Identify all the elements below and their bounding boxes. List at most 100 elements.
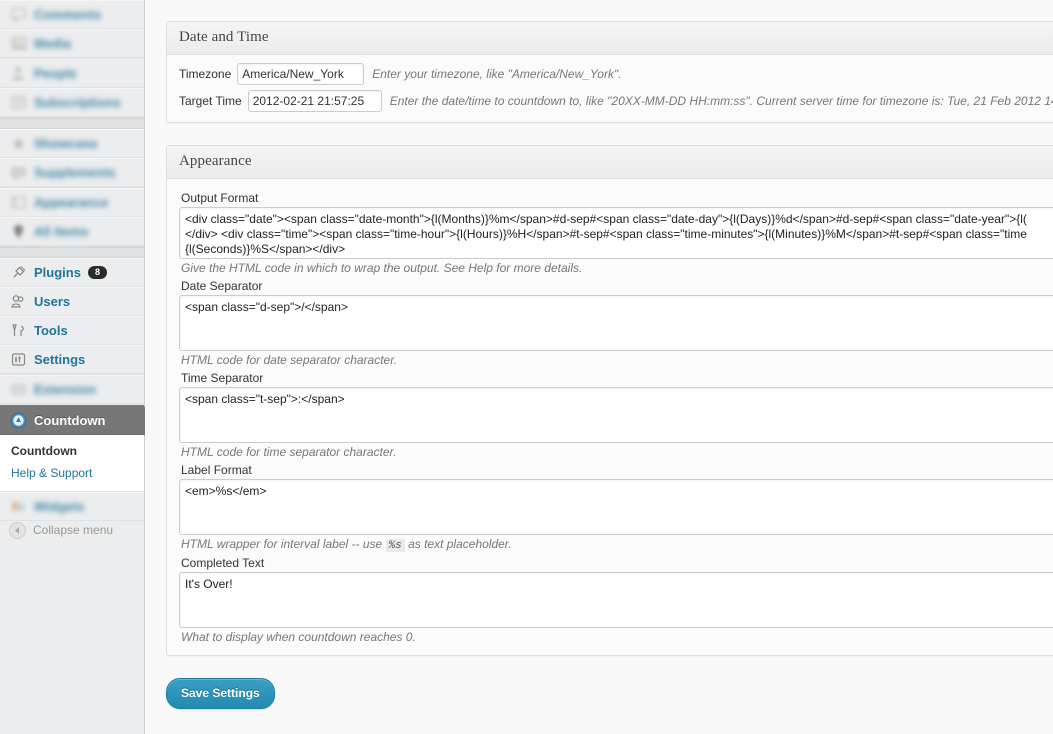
label-format-placeholder-code: %s [385,539,405,552]
appearance-panel-body: Output Format Give the HTML code in whic… [167,179,1053,655]
sidebar-item-plugins-label: Plugins [34,265,81,280]
submenu-item-countdown[interactable]: Countdown [0,440,144,462]
sidebar-item-settings[interactable]: Settings [0,345,144,374]
target-time-label: Target Time [179,94,242,108]
submenu-item-help-support[interactable]: Help & Support [0,462,144,484]
label-format-hint: HTML wrapper for interval label -- use %… [181,537,1053,552]
label-format-hint-after: as text placeholder. [408,537,512,551]
target-time-hint: Enter the date/time to countdown to, lik… [389,94,1053,108]
sidebar-item-redacted-3-label: People [34,66,77,81]
target-time-input[interactable] [247,90,382,112]
sidebar-group-6: Extension [0,375,144,405]
flag-icon [8,163,28,183]
date-separator-label: Date Separator [181,279,263,293]
output-format-hint: Give the HTML code in which to wrap the … [181,261,583,275]
sidebar-group-5: Plugins 8 Users Tools Settings [0,258,144,375]
sidebar-item-redacted-4-label: Subscriptions [34,95,121,110]
save-settings-button[interactable]: Save Settings [166,678,275,709]
countdown-submenu: Countdown Help & Support [0,435,144,492]
sidebar-group-3: Showcase Supplements [0,129,144,188]
extension-icon [8,380,28,400]
appearance-panel: Appearance Output Format Give the HTML c… [166,145,1053,656]
completed-text-textarea[interactable] [179,572,1053,628]
date-separator-hint: HTML code for date separator character. [181,353,398,367]
timezone-label: Timezone [179,67,232,81]
settings-icon [8,350,28,370]
users-icon [8,292,28,312]
completed-text-field: Completed Text What to display when coun… [179,556,1053,644]
sidebar-separator [0,118,144,129]
date-separator-textarea[interactable] [179,295,1053,351]
sidebar-item-redacted-5[interactable]: Showcase [0,129,144,158]
collapse-menu-label: Collapse menu [33,523,114,537]
sidebar-item-countdown[interactable]: Countdown [0,405,155,436]
appearance-icon [8,193,28,213]
tools-icon [8,321,28,341]
sidebar-item-tools-label: Tools [34,323,68,338]
sidebar-item-redacted-8-label: All Items [34,224,89,239]
sidebar-item-redacted-1-label: Comments [34,7,102,22]
widgets-icon [8,497,28,517]
plug-icon [8,263,28,283]
comment-icon [8,5,28,25]
time-separator-label: Time Separator [181,371,264,385]
admin-sidebar-menu: Comments Media People Subscriptions Showcase… [0,0,155,734]
sidebar-item-redacted-3[interactable]: People [0,59,144,88]
timezone-input[interactable] [237,63,365,85]
main-content: Date and Time Timezone Enter your timezo… [145,0,1053,734]
sidebar-item-redacted-2[interactable]: Media [0,29,144,58]
sidebar-item-users-label: Users [34,294,71,309]
sidebar-item-redacted-8[interactable]: All Items [0,217,144,246]
label-format-textarea[interactable] [179,479,1053,535]
sidebar-item-redacted-7-label: Appearance [34,195,109,210]
sidebar-group-2: People Subscriptions [0,59,144,118]
sidebar-item-redacted-7[interactable]: Appearance [0,188,144,217]
sidebar-item-settings-label: Settings [34,352,86,367]
appearance-panel-header: Appearance [167,146,1053,179]
output-format-label: Output Format [181,191,259,205]
timezone-hint: Enter your timezone, like "America/New_Y… [372,67,622,81]
sidebar-item-redacted-6[interactable]: Supplements [0,158,144,187]
plugins-update-count-badge: 8 [87,266,107,279]
sidebar-item-redacted-5-label: Showcase [34,136,98,151]
label-format-hint-before: HTML wrapper for interval label -- use [181,537,383,551]
completed-text-hint: What to display when countdown reaches 0… [181,630,416,644]
sidebar-item-plugins[interactable]: Plugins 8 [0,258,144,287]
wordpress-admin-screen: Comments Media People Subscriptions Showcase… [0,0,1053,734]
star-icon [8,134,28,154]
output-format-textarea[interactable] [179,207,1053,259]
sidebar-item-redacted-1[interactable]: Comments [0,0,144,29]
sidebar-item-redacted-4[interactable]: Subscriptions [0,88,144,117]
date-and-time-panel: Date and Time Timezone Enter your timezo… [166,21,1053,123]
sidebar-item-redacted-2-label: Media [34,36,71,51]
completed-text-label: Completed Text [181,556,265,570]
sidebar-item-countdown-label: Countdown [34,412,106,428]
date-separator-field: Date Separator HTML code for date separa… [179,279,1053,367]
target-time-row: Target Time Enter the date/time to count… [179,90,1053,112]
people-icon [8,64,28,84]
label-format-label: Label Format [181,463,252,477]
sidebar-separator [0,247,144,258]
date-and-time-panel-header: Date and Time [167,22,1053,55]
countdown-clock-icon [8,410,28,430]
date-and-time-title: Date and Time [179,29,269,45]
sidebar-item-redacted-9-label: Extension [34,382,97,397]
sidebar-item-redacted-6-label: Supplements [34,165,116,180]
timezone-row: Timezone Enter your timezone, like "Amer… [179,63,1053,85]
grid-icon [8,93,28,113]
sidebar-item-redacted-10-label: Widgets [34,499,85,514]
collapse-menu-button[interactable]: Collapse menu [0,515,144,545]
time-separator-textarea[interactable] [179,387,1053,443]
label-format-field: Label Format HTML wrapper for interval l… [179,463,1053,552]
time-separator-hint: HTML code for time separator character. [181,445,397,459]
sidebar-groups: Comments Media People Subscriptions Showcase… [0,0,144,405]
sidebar-item-users[interactable]: Users [0,287,144,316]
sidebar-item-redacted-9[interactable]: Extension [0,375,144,404]
collapse-arrow-icon [9,521,26,539]
sidebar-item-tools[interactable]: Tools [0,316,144,345]
media-icon [8,34,28,54]
sidebar-group-4: Appearance All Items [0,188,144,247]
pin-icon [8,222,28,242]
date-and-time-panel-body: Timezone Enter your timezone, like "Amer… [167,55,1053,122]
output-format-field: Output Format Give the HTML code in whic… [179,191,1053,275]
